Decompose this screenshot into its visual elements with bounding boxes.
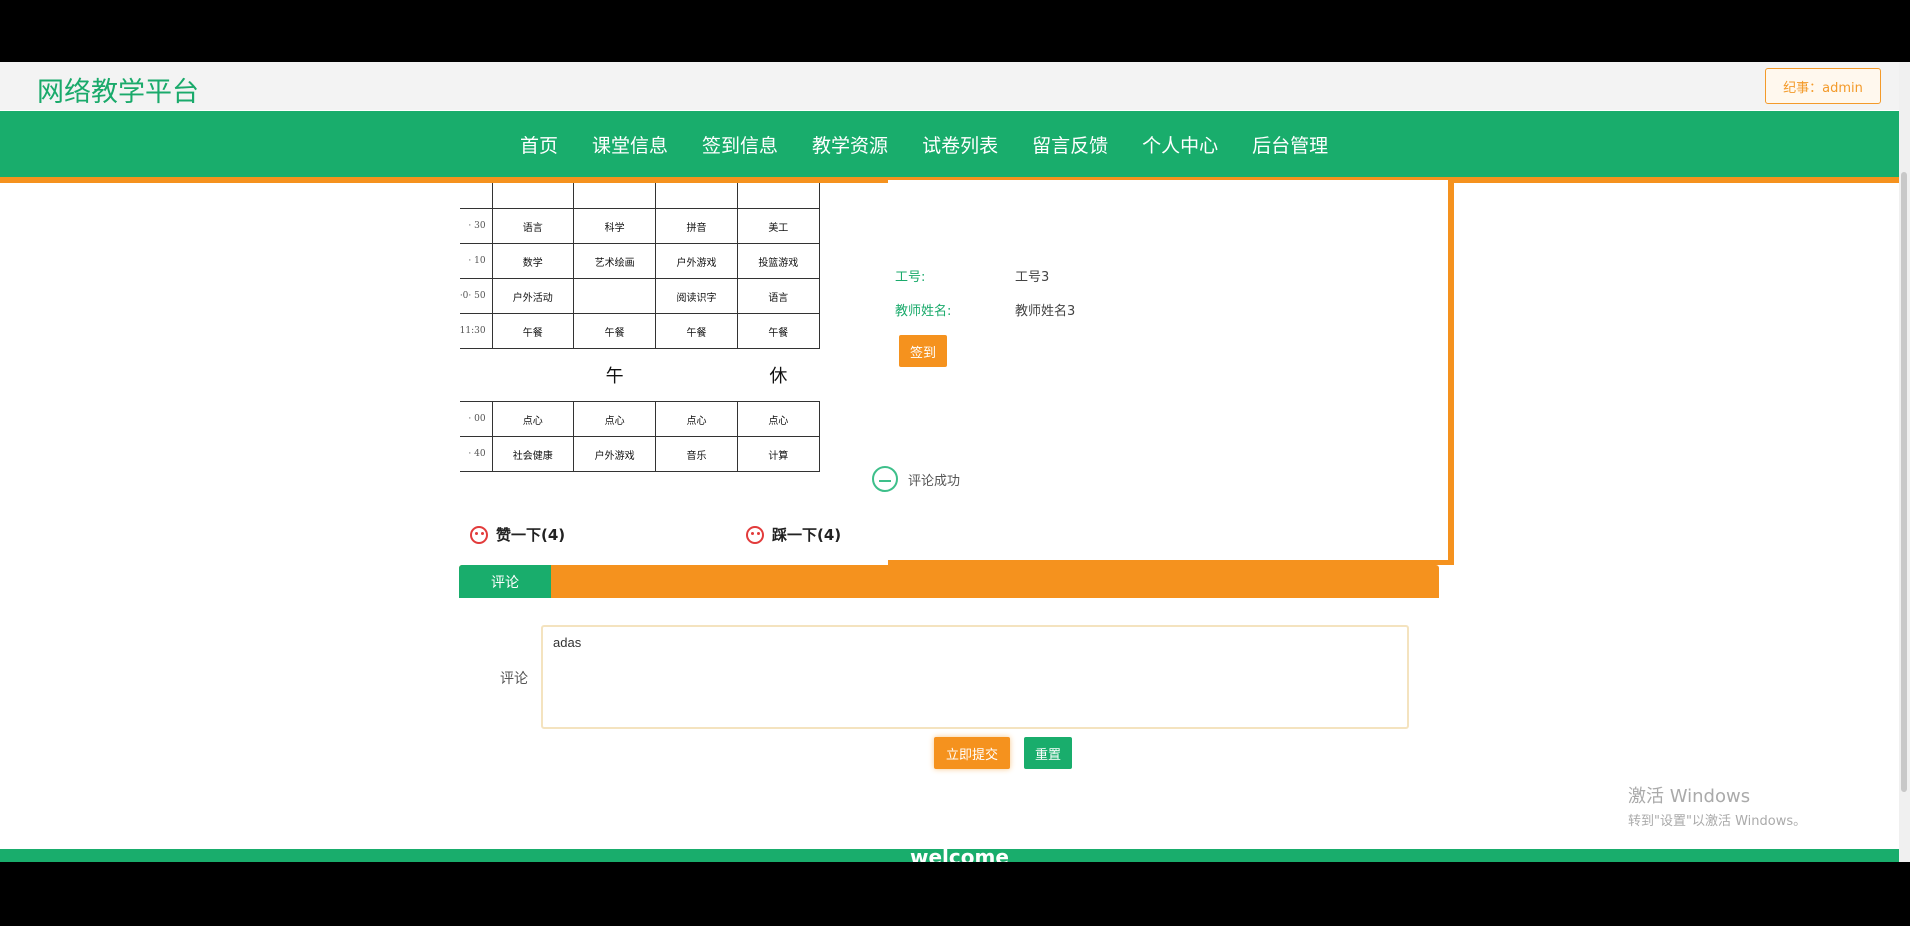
schedule-time: 11:30	[460, 313, 493, 349]
frown-icon	[746, 525, 764, 544]
schedule-time: ·0· 50	[460, 278, 493, 314]
schedule-cell: 音乐	[655, 436, 738, 472]
dislike-label: 踩一下(4)	[772, 526, 842, 544]
site-logo[interactable]: 网络教学平台	[37, 70, 199, 109]
nav-item-3[interactable]: 教学资源	[812, 131, 888, 158]
schedule-row: · 00 点心 点心 点心 点心	[460, 401, 821, 437]
break-char-1: 午	[573, 348, 656, 402]
schedule-cell: 阅读识字	[655, 278, 738, 314]
schedule-cell: 点心	[736, 401, 821, 437]
vertical-scrollbar[interactable]	[1899, 62, 1910, 862]
id-row: 工号:	[895, 266, 925, 285]
browser-page: 网络教学平台 纪事：admin 首页 课堂信息 签到信息 教学资源 试卷列表 留言反馈 个人…	[0, 62, 1899, 862]
schedule-cell: 点心	[655, 401, 738, 437]
id-value: 工号3	[1015, 270, 1050, 285]
nav-item-6[interactable]: 个人中心	[1142, 131, 1218, 158]
id-value-row: 工号3	[1015, 266, 1049, 285]
screen-letterbox-bottom	[0, 862, 1910, 926]
schedule-cell	[655, 348, 738, 402]
footer-text: welcome	[910, 849, 1009, 862]
schedule-cell: 社会健康	[491, 436, 574, 472]
comment-textarea[interactable]: adas	[541, 625, 1409, 729]
schedule-cell: 拼音	[655, 208, 738, 244]
schedule-cell: 美工	[736, 208, 821, 244]
site-footer: welcome	[0, 849, 1899, 862]
schedule-time: · 10	[460, 243, 493, 279]
nav-item-1[interactable]: 课堂信息	[592, 131, 668, 158]
reset-button[interactable]: 重置	[1024, 737, 1072, 769]
schedule-time	[460, 348, 493, 402]
schedule-cell: 户外游戏	[572, 436, 657, 472]
like-label: 赞一下(4)	[496, 526, 566, 544]
schedule-cell: 户外游戏	[655, 243, 738, 279]
schedule-row: 11:30 午餐 午餐 午餐 午餐	[460, 313, 821, 349]
nav-items: 首页 课堂信息 签到信息 教学资源 试卷列表 留言反馈 个人中心 后台管理	[520, 111, 1362, 177]
schedule-row: · 30 语言 科学 拼音 美工	[460, 208, 821, 244]
schedule-cell: 点心	[572, 401, 657, 437]
schedule-table: · 30 语言 科学 拼音 美工 · 10 数学 艺术绘画 户外游戏 投篮游戏 ·0· 50 户外活动…	[460, 183, 821, 472]
schedule-cell	[492, 348, 574, 402]
schedule-cell: 数学	[491, 243, 574, 279]
schedule-cell	[736, 183, 821, 209]
scroll-thumb[interactable]	[1901, 172, 1907, 792]
schedule-cell: 艺术绘画	[572, 243, 657, 279]
schedule-cell: 投篮游戏	[736, 243, 821, 279]
nav-item-7[interactable]: 后台管理	[1252, 131, 1328, 158]
schedule-cell	[491, 183, 574, 209]
schedule-cell: 午餐	[655, 313, 738, 349]
schedule-cell: 计算	[736, 436, 821, 472]
tab-comment[interactable]: 评论	[459, 565, 551, 598]
name-value: 教师姓名3	[1015, 304, 1076, 319]
dislike-button[interactable]: 踩一下(4)	[746, 524, 841, 545]
user-account-button[interactable]: 纪事：admin	[1765, 68, 1881, 104]
submit-button[interactable]: 立即提交	[934, 737, 1010, 769]
name-row: 教师姓名:	[895, 300, 951, 319]
success-toast: 评论成功	[872, 466, 960, 492]
main-nav: 首页 课堂信息 签到信息 教学资源 试卷列表 留言反馈 个人中心 后台管理	[0, 111, 1899, 183]
schedule-row: · 10 数学 艺术绘画 户外游戏 投篮游戏	[460, 243, 821, 279]
schedule-cell: 科学	[572, 208, 657, 244]
screen-letterbox-top	[0, 0, 1910, 62]
schedule-cell	[572, 183, 657, 209]
comment-tabbar: 评论	[459, 565, 1439, 598]
schedule-cell: 语言	[736, 278, 821, 314]
schedule-time: · 00	[460, 401, 493, 437]
smile-icon	[470, 525, 488, 544]
nav-item-2[interactable]: 签到信息	[702, 131, 778, 158]
schedule-cell: 点心	[491, 401, 574, 437]
break-char-2: 休	[737, 348, 820, 402]
like-button[interactable]: 赞一下(4)	[470, 524, 565, 545]
schedule-cell	[572, 278, 657, 314]
course-schedule-image: · 30 语言 科学 拼音 美工 · 10 数学 艺术绘画 户外游戏 投篮游戏 ·0· 50 户外活动…	[460, 183, 860, 495]
windows-activation-watermark: 激活 Windows 转到"设置"以激活 Windows。	[1628, 782, 1806, 829]
vote-bar: 赞一下(4) 踩一下(4)	[470, 524, 870, 554]
smile-icon	[872, 466, 898, 492]
watermark-line1: 激活 Windows	[1628, 786, 1751, 807]
schedule-cell	[655, 183, 738, 209]
schedule-cell: 语言	[491, 208, 574, 244]
toast-message: 评论成功	[908, 473, 961, 489]
nav-item-5[interactable]: 留言反馈	[1032, 131, 1108, 158]
site-header: 网络教学平台 纪事：admin	[0, 62, 1899, 110]
id-label: 工号:	[895, 270, 926, 285]
schedule-time: · 40	[460, 436, 493, 472]
schedule-cell: 午餐	[736, 313, 821, 349]
schedule-cell: 午餐	[491, 313, 574, 349]
sign-in-button[interactable]: 签到	[899, 335, 947, 367]
schedule-cell: 午餐	[572, 313, 657, 349]
schedule-row: ·0· 50 户外活动 阅读识字 语言	[460, 278, 821, 314]
watermark-line2: 转到"设置"以激活 Windows。	[1628, 814, 1807, 829]
schedule-time: · 30	[460, 208, 493, 244]
nav-item-0[interactable]: 首页	[520, 131, 558, 158]
comment-field-label: 评论	[500, 671, 528, 687]
schedule-time	[460, 183, 493, 209]
nav-item-4[interactable]: 试卷列表	[922, 131, 998, 158]
schedule-row: · 40 社会健康 户外游戏 音乐 计算	[460, 436, 821, 472]
teacher-info-panel: 工号: 工号3 教师姓名: 教师姓名3 签到	[888, 180, 1454, 565]
schedule-cell: 户外活动	[491, 278, 574, 314]
schedule-row	[460, 183, 821, 209]
name-label: 教师姓名:	[895, 304, 952, 319]
schedule-break-row: 午休	[460, 348, 820, 402]
name-value-row: 教师姓名3	[1015, 300, 1075, 319]
